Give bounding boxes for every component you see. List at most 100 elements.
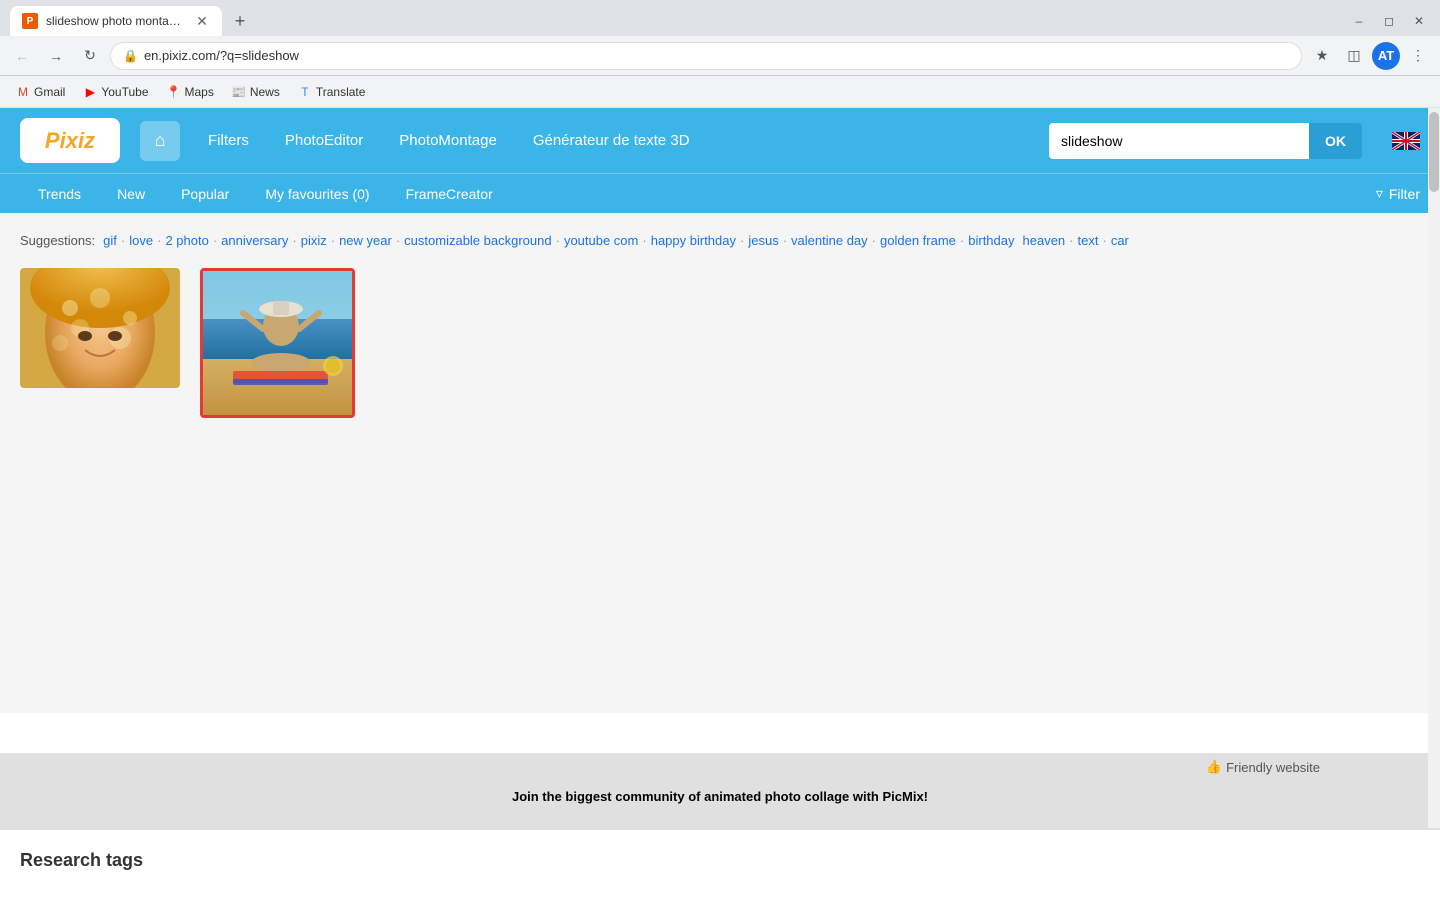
search-bar: OK <box>1049 123 1362 159</box>
suggestion-2photo[interactable]: 2 photo <box>165 233 208 248</box>
footer-banner: 👍 Friendly website Join the biggest comm… <box>0 753 1440 830</box>
logo-text: Pixiz <box>45 128 95 154</box>
address-bar: ← → ↻ 🔒 en.pixiz.com/?q=slideshow ★ ◫ AT… <box>0 36 1440 76</box>
footer-cta-text: Join the biggest community of animated p… <box>120 769 1320 814</box>
result-item-2[interactable] <box>200 268 355 418</box>
filter-label: Filter <box>1389 186 1420 202</box>
suggestion-birthday[interactable]: birthday <box>968 233 1014 248</box>
address-text: en.pixiz.com/?q=slideshow <box>144 48 299 63</box>
subnav-trends[interactable]: Trends <box>20 174 99 214</box>
suggestion-anniversary[interactable]: anniversary <box>221 233 288 248</box>
suggestion-custombg[interactable]: customizable background <box>404 233 551 248</box>
extensions-button[interactable]: ◫ <box>1340 42 1368 70</box>
profile-button[interactable]: AT <box>1372 42 1400 70</box>
youtube-icon: ▶ <box>83 85 97 99</box>
filter-button[interactable]: ▿ Filter <box>1376 185 1420 202</box>
filter-icon: ▿ <box>1376 185 1383 202</box>
maps-icon: 📍 <box>167 85 181 99</box>
home-button[interactable]: ⌂ <box>140 121 180 161</box>
news-icon: 📰 <box>232 85 246 99</box>
suggestion-valentineday[interactable]: valentine day <box>791 233 868 248</box>
bookmark-maps-label: Maps <box>185 85 214 99</box>
thumbs-up-icon: 👍 <box>1206 759 1222 775</box>
scrollbar-thumb[interactable] <box>1429 112 1439 192</box>
bookmark-translate[interactable]: T Translate <box>290 81 374 103</box>
menu-button[interactable]: ⋮ <box>1404 42 1432 70</box>
bookmarks-bar: M Gmail ▶ YouTube 📍 Maps 📰 News T Transl… <box>0 76 1440 108</box>
suggestions-label: Suggestions: <box>20 233 95 248</box>
bookmark-star-button[interactable]: ★ <box>1308 42 1336 70</box>
nav-photoeditor[interactable]: PhotoEditor <box>277 128 371 153</box>
subnav-popular[interactable]: Popular <box>163 174 247 214</box>
reload-button[interactable]: ↻ <box>76 42 104 70</box>
search-ok-button[interactable]: OK <box>1309 123 1362 159</box>
friendly-website: 👍 Friendly website <box>1206 759 1320 775</box>
bookmark-translate-label: Translate <box>316 85 366 99</box>
site-logo[interactable]: Pixiz <box>20 118 120 163</box>
suggestion-goldenframe[interactable]: golden frame <box>880 233 956 248</box>
address-input[interactable]: 🔒 en.pixiz.com/?q=slideshow <box>110 42 1302 70</box>
result-image-1 <box>20 268 180 388</box>
result-image-1-svg <box>20 268 180 388</box>
bookmark-youtube[interactable]: ▶ YouTube <box>75 81 156 103</box>
footer-banner-inner: 👍 Friendly website Join the biggest comm… <box>120 769 1320 814</box>
cta-text: Join the biggest community of animated p… <box>512 789 928 804</box>
address-actions: ★ ◫ AT ⋮ <box>1308 42 1432 70</box>
suggestion-text[interactable]: text <box>1078 233 1099 248</box>
result-image-2-svg <box>203 271 355 418</box>
friendly-label: Friendly website <box>1226 760 1320 775</box>
nav-filters[interactable]: Filters <box>200 128 257 153</box>
window-controls: – ◻ ✕ <box>1346 8 1440 34</box>
nav-generateur[interactable]: Générateur de texte 3D <box>525 128 698 153</box>
suggestion-gif[interactable]: gif <box>103 233 117 248</box>
bookmark-news[interactable]: 📰 News <box>224 81 288 103</box>
search-input[interactable] <box>1049 123 1309 159</box>
research-tags-title: Research tags <box>20 850 1420 871</box>
new-tab-button[interactable]: + <box>226 7 254 35</box>
bookmark-maps[interactable]: 📍 Maps <box>159 81 222 103</box>
subnav-new[interactable]: New <box>99 174 163 214</box>
header-top: Pixiz ⌂ Filters PhotoEditor PhotoMontage… <box>0 108 1440 173</box>
results-grid <box>20 258 1420 428</box>
suggestion-youtubecom[interactable]: youtube com <box>564 233 638 248</box>
lock-icon: 🔒 <box>123 49 138 63</box>
bookmark-gmail-label: Gmail <box>34 85 65 99</box>
tab-bar: P slideshow photo montages [p. 1 ✕ + – ◻… <box>0 0 1440 36</box>
close-window-button[interactable]: ✕ <box>1406 8 1432 34</box>
site-wrapper: Pixiz ⌂ Filters PhotoEditor PhotoMontage… <box>0 108 1440 901</box>
result-item-1[interactable] <box>20 268 180 418</box>
suggestion-happybday[interactable]: happy birthday <box>651 233 736 248</box>
suggestion-car[interactable]: car <box>1111 233 1129 248</box>
subnav-favourites[interactable]: My favourites (0) <box>247 174 387 214</box>
tab-favicon: P <box>22 13 38 29</box>
language-selector[interactable] <box>1392 132 1420 150</box>
research-tags-section: Research tags <box>0 830 1440 901</box>
tab-title: slideshow photo montages [p. 1 <box>46 14 186 28</box>
translate-icon: T <box>298 85 312 99</box>
subnav-framecreator[interactable]: FrameCreator <box>388 174 511 214</box>
active-tab[interactable]: P slideshow photo montages [p. 1 ✕ <box>10 6 222 36</box>
back-button[interactable]: ← <box>8 42 36 70</box>
minimize-button[interactable]: – <box>1346 8 1372 34</box>
bookmark-news-label: News <box>250 85 280 99</box>
suggestion-love[interactable]: love <box>129 233 153 248</box>
suggestions-bar: Suggestions: gif · love · 2 photo · anni… <box>20 223 1420 258</box>
content-area: Suggestions: gif · love · 2 photo · anni… <box>0 213 1440 713</box>
result-image-2 <box>200 268 355 418</box>
sub-navigation: Trends New Popular My favourites (0) Fra… <box>0 173 1440 213</box>
gmail-icon: M <box>16 85 30 99</box>
tab-close-button[interactable]: ✕ <box>194 13 210 29</box>
bookmark-youtube-label: YouTube <box>101 85 148 99</box>
scrollbar[interactable] <box>1428 108 1440 828</box>
nav-photomontage[interactable]: PhotoMontage <box>391 128 505 153</box>
suggestion-heaven[interactable]: heaven <box>1023 233 1066 248</box>
suggestion-newyear[interactable]: new year <box>339 233 392 248</box>
flag-uk-icon <box>1392 132 1420 150</box>
bookmark-gmail[interactable]: M Gmail <box>8 81 73 103</box>
forward-button[interactable]: → <box>42 42 70 70</box>
suggestion-pixiz[interactable]: pixiz <box>301 233 327 248</box>
home-icon: ⌂ <box>155 130 166 151</box>
site-header: Pixiz ⌂ Filters PhotoEditor PhotoMontage… <box>0 108 1440 213</box>
maximize-button[interactable]: ◻ <box>1376 8 1402 34</box>
suggestion-jesus[interactable]: jesus <box>748 233 778 248</box>
